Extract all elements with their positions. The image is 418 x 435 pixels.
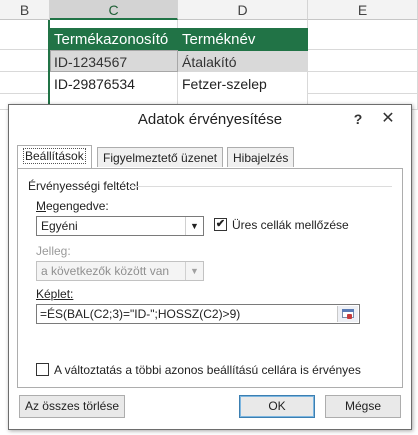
formula-label-text: Képlet: — [36, 287, 74, 301]
formula-value: =ÉS(BAL(C2;3)="ID-";HOSSZ(C2)>9) — [40, 307, 241, 321]
clear-all-button[interactable]: Az összes törlése — [19, 395, 125, 418]
ignore-blank-label[interactable]: Üres cellák mellőzése — [232, 218, 349, 232]
help-button[interactable]: ? — [347, 109, 369, 129]
allow-dropdown[interactable]: Egyéni ▼ — [36, 216, 204, 236]
apply-all-label[interactable]: A változtatás a többi azonos beállítású … — [54, 363, 361, 377]
column-header-d[interactable]: D — [178, 0, 308, 20]
spreadsheet-background: B C D E Termékazonosító Terméknév ID-123… — [0, 0, 418, 110]
column-header-b[interactable]: B — [0, 0, 50, 20]
tab-input-message[interactable]: Figyelmeztető üzenet — [97, 147, 224, 167]
header-cell-product-name[interactable]: Terméknév — [178, 28, 308, 51]
ignore-blank-checkbox[interactable]: ✔ — [214, 218, 227, 231]
allow-dropdown-value: Egyéni — [41, 219, 78, 233]
close-icon: ✕ — [381, 110, 395, 127]
column-header-c[interactable]: C — [50, 0, 178, 20]
allow-label: Megengedve: — [36, 199, 109, 213]
chevron-down-icon: ▼ — [185, 262, 203, 280]
dialog-titlebar[interactable]: Adatok érvényesítése ? ✕ — [9, 105, 411, 135]
header-cell-product-id[interactable]: Termékazonosító — [50, 28, 178, 51]
check-icon: ✔ — [215, 218, 226, 230]
data-dropdown[interactable]: a következők között van ▼ — [36, 261, 204, 281]
settings-panel: Érvényességi feltétel Megengedve: Egyéni… — [17, 168, 403, 388]
chevron-down-icon: ▼ — [185, 217, 203, 235]
ok-button[interactable]: OK — [239, 395, 315, 418]
data-validation-dialog: Adatok érvényesítése ? ✕ Beállítások Fig… — [8, 104, 412, 430]
table-cell[interactable]: ID-29876534 — [50, 73, 177, 94]
formula-label: Képlet: — [36, 287, 73, 301]
formula-input[interactable]: =ÉS(BAL(C2;3)="ID-";HOSSZ(C2)>9) — [36, 304, 360, 324]
apply-all-checkbox[interactable] — [36, 363, 49, 376]
allow-label-text: egengedve: — [46, 199, 109, 213]
tab-label: Beállítások — [23, 148, 86, 164]
range-selector-button[interactable] — [337, 306, 358, 322]
data-label: Jelleg: — [36, 244, 71, 258]
tab-error-alert[interactable]: Hibajelzés — [227, 147, 295, 167]
data-dropdown-value: a következők között van — [41, 264, 170, 278]
group-divider — [130, 186, 392, 187]
cancel-button[interactable]: Mégse — [325, 395, 401, 418]
table-cell[interactable]: Átalakító — [178, 51, 308, 72]
range-selector-icon-arrow — [347, 314, 352, 319]
validation-criteria-label: Érvényességi feltétel — [28, 179, 139, 193]
selected-cell-outline — [50, 50, 178, 72]
table-cell[interactable]: Fetzer-szelep — [178, 73, 307, 94]
close-button[interactable]: ✕ — [377, 109, 399, 129]
tab-settings[interactable]: Beállítások — [17, 145, 92, 168]
column-header-e[interactable]: E — [308, 0, 418, 20]
range-selector-icon-bar — [342, 309, 354, 312]
selection-edge — [48, 20, 50, 110]
